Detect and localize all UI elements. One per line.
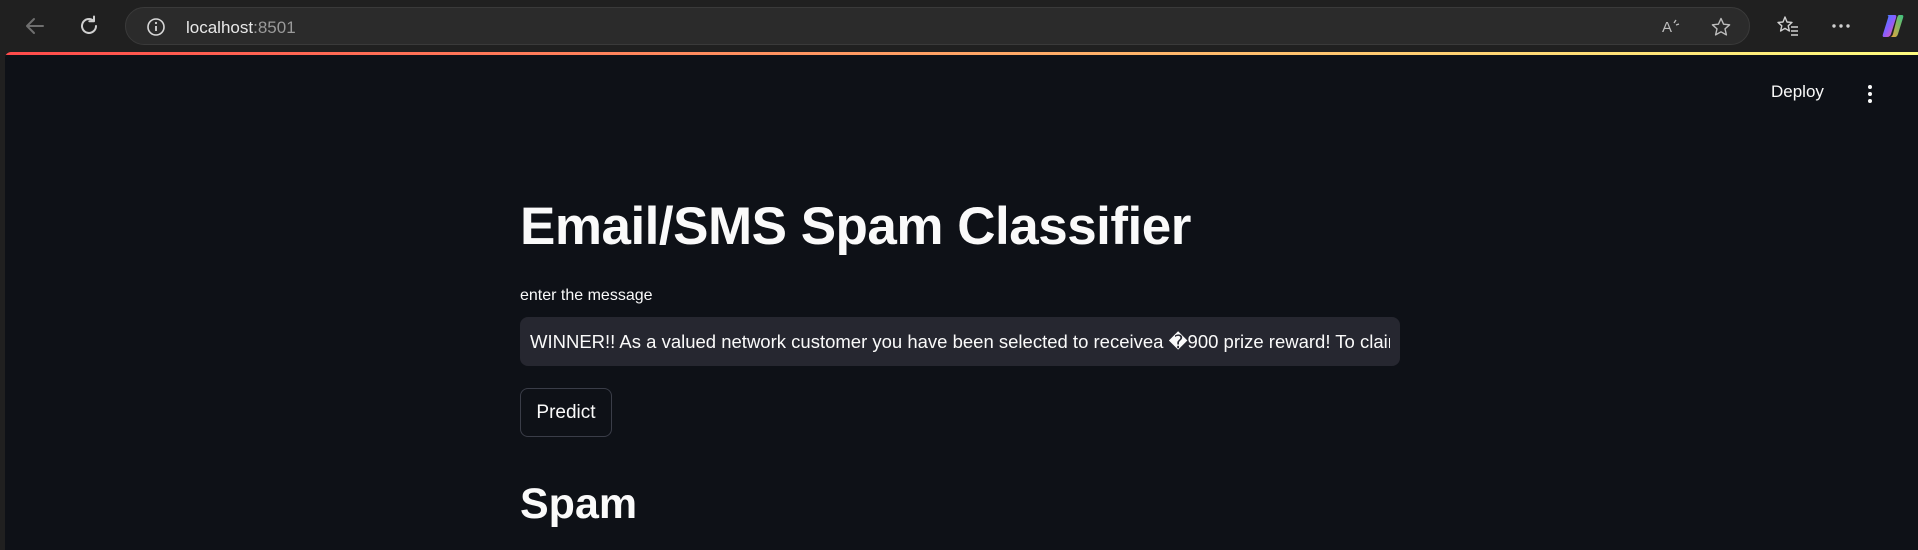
message-input-label: enter the message xyxy=(520,287,653,304)
message-input[interactable] xyxy=(520,317,1400,366)
address-bar[interactable]: localhost:8501 A xyxy=(125,7,1750,45)
more-button[interactable] xyxy=(1823,8,1859,44)
read-aloud-icon[interactable]: A xyxy=(1659,15,1683,39)
browser-toolbar: localhost:8501 A xyxy=(0,0,1918,52)
site-info-icon[interactable] xyxy=(146,17,166,37)
deploy-button[interactable]: Deploy xyxy=(1771,82,1824,102)
favorites-button[interactable] xyxy=(1770,8,1806,44)
favorites-icon xyxy=(1777,16,1798,36)
url-port: :8501 xyxy=(253,18,296,37)
refresh-button[interactable] xyxy=(71,8,107,44)
url-host: localhost xyxy=(186,18,254,37)
predict-button[interactable]: Predict xyxy=(520,388,612,437)
vertical-dots-icon xyxy=(1868,85,1872,103)
prediction-result: Spam xyxy=(520,480,638,528)
main-menu-button[interactable] xyxy=(1858,82,1882,106)
back-button[interactable] xyxy=(17,8,53,44)
favorite-star-icon[interactable] xyxy=(1709,15,1733,39)
url-text: localhost:8501 xyxy=(186,18,296,38)
page-title: Email/SMS Spam Classifier xyxy=(520,197,1191,256)
back-icon xyxy=(26,18,44,34)
more-icon xyxy=(1832,24,1850,28)
app-page: Deploy Email/SMS Spam Classifier enter t… xyxy=(5,52,1918,550)
copilot-icon xyxy=(1882,15,1904,37)
refresh-icon xyxy=(81,15,97,34)
svg-text:A: A xyxy=(1662,19,1672,36)
copilot-button[interactable] xyxy=(1875,8,1911,44)
top-decoration-bar xyxy=(5,52,1918,55)
